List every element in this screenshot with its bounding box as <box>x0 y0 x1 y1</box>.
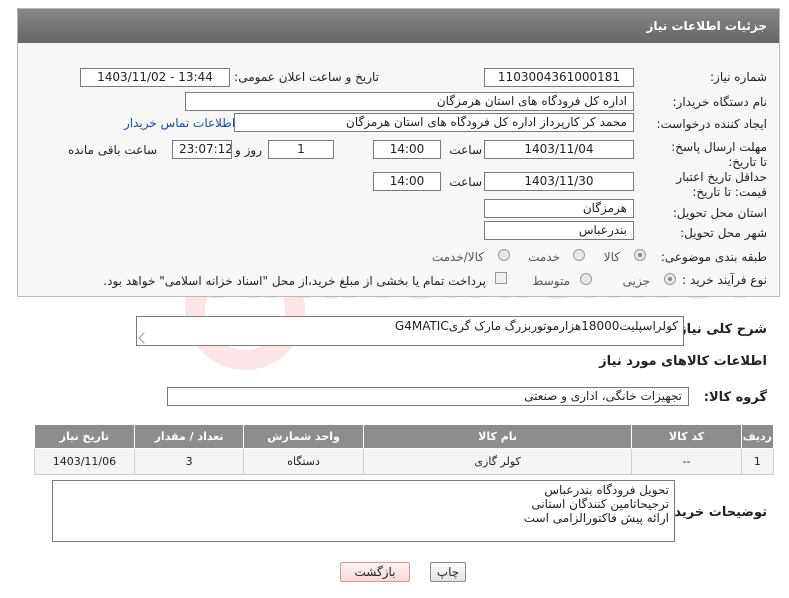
validity-time-label: ساعت <box>449 175 482 189</box>
back-button[interactable]: بازگشت <box>340 562 410 582</box>
cell-quantity: 3 <box>133 448 245 475</box>
cell-unit: دستگاه <box>243 448 364 475</box>
province-field: هرمزگان <box>484 199 634 218</box>
city-field: بندرعباس <box>484 221 634 240</box>
category-radio-service[interactable] <box>573 249 585 261</box>
description-field: کولراسپلیت18000هزارموتوربزرگ مارک گریG4M… <box>136 316 684 346</box>
col-quantity: تعداد / مقدار <box>133 424 245 449</box>
deadline-time-field: 14:00 <box>373 140 441 159</box>
deadline-date-field: 1403/11/04 <box>484 140 634 159</box>
table-header-row: ردیف کد کالا نام کالا واحد شمارش تعداد /… <box>34 424 775 449</box>
description-label: شرح کلی نیاز: <box>673 322 767 337</box>
col-row: ردیف <box>740 424 775 449</box>
goods-group-field: تجهیزات خانگی، اداری و صنعتی <box>167 387 689 406</box>
need-number-label: شماره نیاز: <box>710 70 767 84</box>
col-unit: واحد شمارش <box>243 424 364 449</box>
requester-label: ایجاد کننده درخواست: <box>656 117 767 131</box>
cell-row: 1 <box>740 448 775 475</box>
remaining-time-field: 23:07:12 <box>172 140 232 159</box>
cell-item-code: -- <box>631 448 742 475</box>
need-number-field: 1103004361000181 <box>484 68 634 87</box>
validity-label: حداقل تاریخ اعتبار قیمت: تا تاریخ: <box>676 170 767 199</box>
deadline-label: مهلت ارسال پاسخ: تا تاریخ: <box>671 140 767 169</box>
days-field: 1 <box>268 140 334 159</box>
goods-group-label: گروه کالا: <box>703 390 767 405</box>
category-option-service: خدمت <box>528 250 560 264</box>
buyer-note-line: تحویل فرودگاه بندرعباس <box>544 483 669 497</box>
validity-time-field: 14:00 <box>373 172 441 191</box>
panel-title: جزئیات اطلاعات نیاز <box>18 9 779 43</box>
process-label: نوع فرآیند خرید : <box>682 273 767 287</box>
category-radio-goods[interactable] <box>634 249 646 261</box>
buyer-org-label: نام دستگاه خریدار: <box>672 95 768 109</box>
category-option-goods-service: کالا/خدمت <box>431 250 484 264</box>
requester-field: محمد کر کارپرداز اداره کل فرودگاه های اس… <box>234 113 634 132</box>
announce-label: تاریخ و ساعت اعلان عمومی: <box>234 70 379 84</box>
process-option-minor: جزیی <box>622 274 650 288</box>
col-need-date: تاریخ نیاز <box>34 424 135 449</box>
buyer-note-line: ارائه پیش فاکتورالزامی است <box>523 511 669 525</box>
days-label: روز و <box>235 143 262 157</box>
process-option-medium: متوسط <box>532 274 570 288</box>
category-radio-goods-service[interactable] <box>498 249 510 261</box>
deadline-time-label: ساعت <box>449 143 482 157</box>
table-row[interactable]: 1 -- کولر گازی دستگاه 3 1403/11/06 <box>34 448 775 475</box>
category-option-goods: کالا <box>603 250 620 264</box>
col-item-code: کد کالا <box>631 424 742 449</box>
buyer-notes-field: تحویل فرودگاه بندرعباس ترجیحاتامین کنندگ… <box>52 480 675 542</box>
process-radio-minor[interactable] <box>664 273 676 285</box>
goods-info-title: اطلاعات کالاهای مورد نیاز <box>599 354 767 369</box>
contact-info-link[interactable]: اطلاعات تماس خریدار <box>124 116 235 130</box>
buyer-note-line: ترجیحاتامین کنندگان استانی <box>531 497 669 511</box>
announce-field: 1403/11/02 - 13:44 <box>80 68 230 87</box>
remaining-label: ساعت باقی مانده <box>67 143 157 157</box>
province-label: استان محل تحویل: <box>672 206 767 220</box>
cell-need-date: 1403/11/06 <box>34 448 135 475</box>
col-item-name: نام کالا <box>362 424 633 449</box>
cell-item-name: کولر گازی <box>362 448 633 475</box>
print-button[interactable]: چاپ <box>430 562 466 582</box>
category-label: طبقه بندی موضوعی: <box>660 250 767 264</box>
goods-table: ردیف کد کالا نام کالا واحد شمارش تعداد /… <box>34 424 775 475</box>
validity-date-field: 1403/11/30 <box>484 172 634 191</box>
treasury-payment-checkbox[interactable] <box>495 272 507 284</box>
treasury-payment-note: پرداخت تمام یا بخشی از مبلغ خرید،از محل … <box>103 274 486 288</box>
city-label: شهر محل تحویل: <box>680 226 767 240</box>
process-radio-medium[interactable] <box>580 273 592 285</box>
buyer-org-field: اداره کل فرودگاه های استان هرمزگان <box>185 92 634 111</box>
